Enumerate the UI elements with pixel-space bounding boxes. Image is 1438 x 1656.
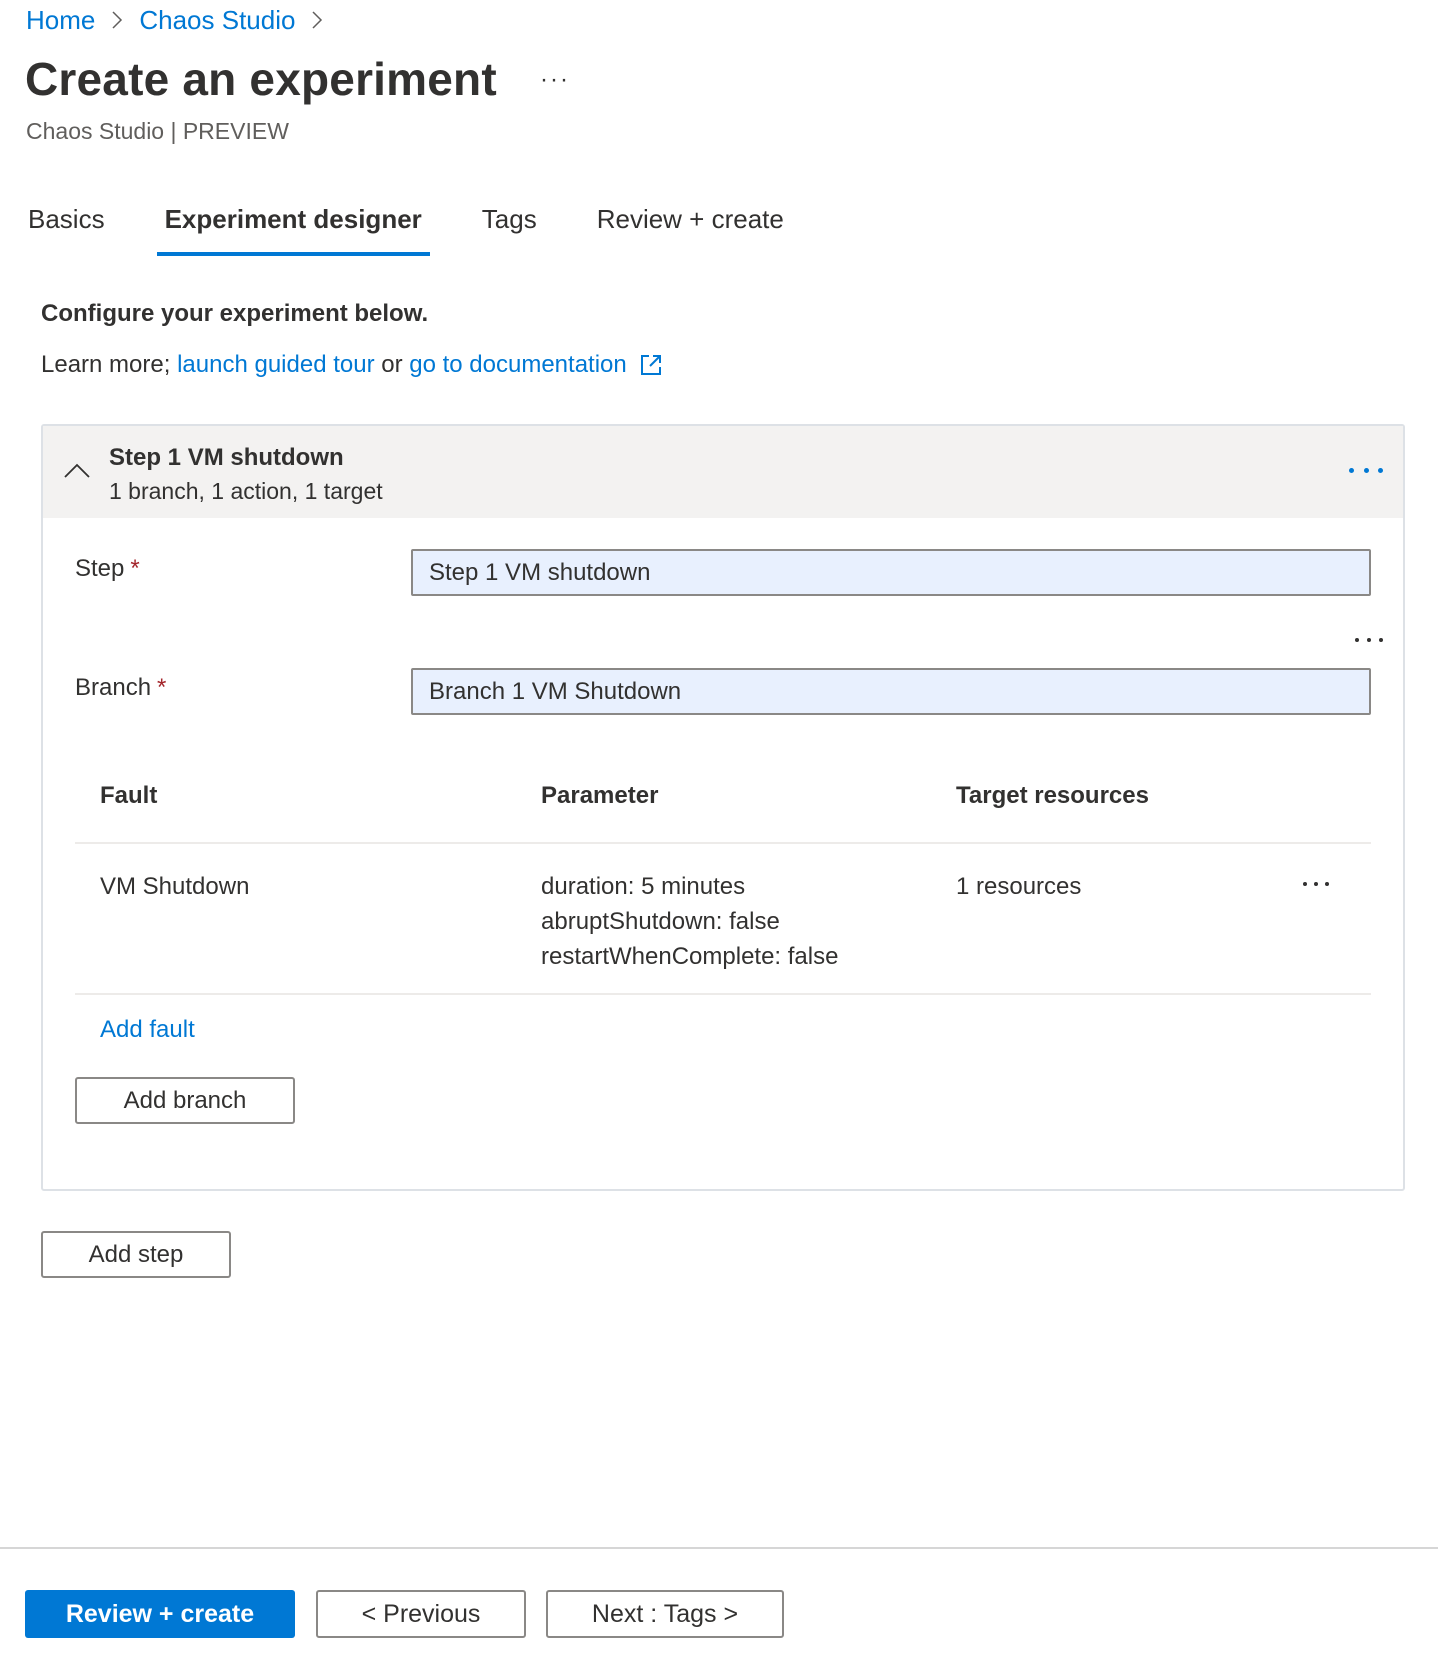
add-fault-link[interactable]: Add fault	[100, 1016, 195, 1044]
step-label-text: Step	[75, 555, 125, 582]
fault-name: VM Shutdown	[100, 873, 250, 900]
column-header-parameter: Parameter	[541, 782, 659, 809]
target-resources: 1 resources	[956, 873, 1082, 900]
page-title: Create an experiment	[25, 53, 497, 105]
more-ellipsis-icon[interactable]: ···	[540, 66, 570, 94]
row-more-icon[interactable]	[1303, 882, 1329, 888]
breadcrumb-chaos-studio-link[interactable]: Chaos Studio	[139, 5, 295, 36]
breadcrumb-home-link[interactable]: Home	[26, 5, 95, 36]
intro-heading: Configure your experiment below.	[41, 300, 429, 327]
parameter-line: restartWhenComplete: false	[541, 943, 839, 970]
column-header-fault: Fault	[100, 782, 158, 809]
dot	[1367, 638, 1371, 642]
learn-more-text: Learn more;	[41, 351, 178, 378]
review-create-button[interactable]: Review + create	[25, 1590, 295, 1638]
step-summary: 1 branch, 1 action, 1 target	[109, 478, 383, 504]
dot	[1355, 638, 1359, 642]
footer-divider	[0, 1547, 1438, 1549]
guided-tour-link[interactable]: launch guided tour	[177, 351, 374, 379]
tab-list: Basics Experiment designer Tags Review +…	[26, 198, 842, 258]
dot	[1349, 467, 1354, 473]
branch-more-icon[interactable]	[1355, 635, 1383, 645]
dot	[1363, 467, 1369, 473]
tab-basics[interactable]: Basics	[26, 198, 107, 254]
dot	[1378, 467, 1383, 473]
or-text: or	[374, 351, 410, 378]
learn-more-line: Learn more; launch guided tour or go to …	[41, 351, 663, 379]
tab-review-create[interactable]: Review + create	[595, 198, 786, 254]
tab-tags[interactable]: Tags	[480, 198, 539, 254]
tab-experiment-designer[interactable]: Experiment designer	[156, 198, 430, 256]
fault-parameters: duration: 5 minutes abruptShutdown: fals…	[541, 869, 838, 974]
chevron-right-icon	[311, 10, 323, 30]
breadcrumb: Home Chaos Studio	[26, 2, 339, 38]
branch-name-input[interactable]	[411, 668, 1371, 715]
step-name-input[interactable]	[411, 549, 1371, 596]
step-card: Step 1 VM shutdown 1 branch, 1 action, 1…	[41, 424, 1405, 1191]
branch-label-text: Branch	[75, 674, 152, 701]
column-header-target-resources: Target resources	[956, 782, 1149, 809]
documentation-link[interactable]: go to documentation	[409, 351, 627, 379]
previous-button[interactable]: < Previous	[316, 1590, 526, 1638]
add-branch-button[interactable]: Add branch	[75, 1077, 295, 1124]
external-link-icon[interactable]	[639, 353, 663, 377]
table-row[interactable]: VM Shutdown duration: 5 minutes abruptSh…	[75, 844, 1371, 995]
parameter-line: abruptShutdown: false	[541, 908, 780, 935]
parameter-line: duration: 5 minutes	[541, 873, 746, 900]
dot	[1303, 882, 1307, 886]
add-step-button[interactable]: Add step	[41, 1231, 231, 1278]
chevron-right-icon	[111, 10, 123, 30]
dot	[1325, 882, 1329, 886]
dot	[1379, 638, 1383, 642]
next-tags-button[interactable]: Next : Tags >	[546, 1590, 784, 1638]
chevron-up-icon[interactable]	[62, 460, 92, 480]
step-card-header[interactable]: Step 1 VM shutdown 1 branch, 1 action, 1…	[43, 426, 1403, 518]
table-header: Fault Parameter Target resources	[75, 732, 1371, 844]
step-more-icon[interactable]	[1349, 460, 1383, 480]
required-marker: *	[157, 674, 167, 701]
required-marker: *	[130, 555, 140, 582]
dot	[1314, 882, 1318, 886]
faults-table: Fault Parameter Target resources VM Shut…	[75, 732, 1371, 995]
branch-field-label: Branch *	[75, 674, 166, 702]
page-subtitle: Chaos Studio | PREVIEW	[26, 118, 289, 144]
step-title: Step 1 VM shutdown	[109, 444, 344, 471]
step-field-label: Step *	[75, 555, 140, 583]
